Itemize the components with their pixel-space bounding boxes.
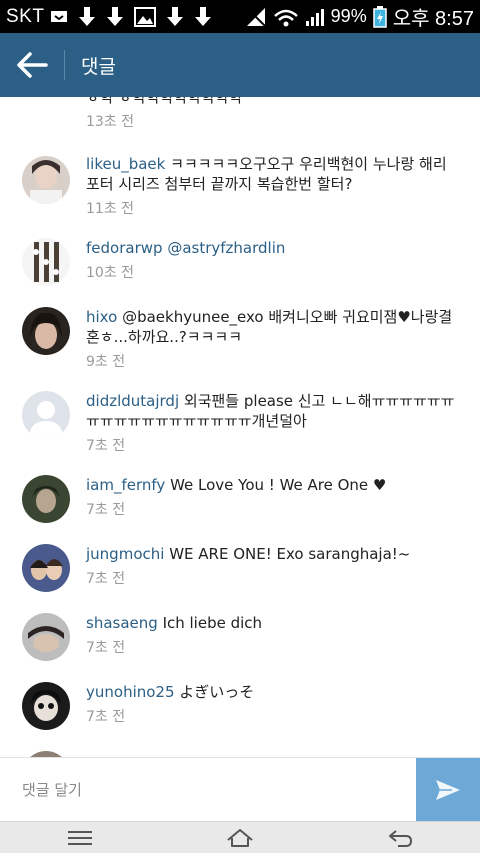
menu-button[interactable] bbox=[50, 823, 110, 853]
home-button[interactable] bbox=[210, 823, 270, 853]
comment-username[interactable]: shasaeng bbox=[86, 614, 158, 632]
avatar[interactable] bbox=[22, 307, 70, 355]
comment-username[interactable]: fedorarwp bbox=[86, 239, 163, 257]
back-icon bbox=[389, 829, 413, 847]
comment-input-bar bbox=[0, 757, 480, 821]
avatar[interactable] bbox=[22, 682, 70, 730]
comment-time: 11초 전 bbox=[86, 201, 135, 217]
clock: 오후 8:57 bbox=[392, 8, 474, 30]
download-icon bbox=[167, 6, 184, 26]
comment-username[interactable]: jungmochi bbox=[86, 545, 164, 563]
send-button[interactable] bbox=[416, 758, 480, 821]
mute-icon bbox=[245, 6, 266, 27]
comment-text: よぎいっそ bbox=[179, 683, 255, 701]
image-icon bbox=[134, 6, 157, 27]
comment-time: 7초 전 bbox=[86, 571, 126, 587]
comment-time: 10초 전 bbox=[86, 265, 135, 281]
comment-text: Ich liebe dich bbox=[162, 614, 263, 632]
back-button[interactable] bbox=[0, 33, 64, 97]
signal-icon bbox=[305, 8, 324, 26]
avatar[interactable] bbox=[22, 238, 70, 286]
comment-username[interactable]: likeu_baek bbox=[86, 155, 165, 173]
comment-text: @baekhyunee_exo 배켜니오빠 귀요미잼♥나랑결혼ㅎ...하까요..… bbox=[86, 308, 453, 346]
avatar[interactable] bbox=[22, 391, 70, 439]
message-icon bbox=[51, 10, 68, 22]
comment-text: We Love You ! We Are One ♥ bbox=[170, 476, 387, 494]
back-nav-button[interactable] bbox=[370, 823, 430, 853]
action-bar: 댓글 bbox=[0, 33, 480, 97]
avatar[interactable] bbox=[22, 613, 70, 661]
avatar[interactable] bbox=[22, 475, 70, 523]
comment-time: 7초 전 bbox=[86, 438, 126, 454]
download-icon bbox=[107, 6, 124, 26]
action-bar-divider bbox=[64, 50, 65, 80]
battery-charging-icon bbox=[372, 5, 387, 28]
menu-icon bbox=[68, 830, 92, 845]
comment-username[interactable]: hixo bbox=[86, 308, 117, 326]
comment-time: 13초 전 bbox=[86, 114, 135, 130]
comment-input[interactable] bbox=[0, 758, 416, 821]
wifi-icon bbox=[273, 9, 298, 26]
download-icon bbox=[79, 6, 96, 26]
comment-list[interactable]: ㅎ학 ㅎ학학학학학학학학 13초 전 likeu_baek ㅋㅋㅋㅋㅋ오구오구 … bbox=[0, 97, 480, 757]
avatar[interactable] bbox=[22, 544, 70, 592]
notification-icons bbox=[50, 6, 212, 28]
comment-text: ㅎ학 ㅎ학학학학학학학학 bbox=[86, 97, 243, 106]
page-title: 댓글 bbox=[81, 55, 116, 78]
comment-time: 7초 전 bbox=[86, 640, 126, 656]
arrow-left-icon bbox=[17, 52, 48, 78]
avatar[interactable] bbox=[22, 156, 70, 204]
battery-percent: 99% bbox=[330, 6, 367, 26]
send-icon bbox=[436, 779, 460, 800]
carrier-label: SKT bbox=[6, 5, 45, 27]
comment-time: 7초 전 bbox=[86, 502, 126, 518]
comment-username[interactable]: didzldutajrdj bbox=[86, 392, 179, 410]
status-bar: SKT 99% 오후 8:57 bbox=[0, 0, 480, 33]
comment-username[interactable]: yunohino25 bbox=[86, 683, 175, 701]
system-nav-bar bbox=[0, 821, 480, 853]
comment-time: 9초 전 bbox=[86, 354, 126, 370]
comment-time: 7초 전 bbox=[86, 709, 126, 725]
comment-text: WE ARE ONE! Exo saranghaja!~ bbox=[169, 545, 411, 563]
home-icon bbox=[227, 828, 253, 847]
comment-username[interactable]: iam_fernfy bbox=[86, 476, 165, 494]
download-icon bbox=[195, 6, 212, 26]
comment-text[interactable]: @astryfzhardlin bbox=[167, 239, 285, 257]
status-right: 99% 오후 8:57 bbox=[245, 2, 474, 31]
